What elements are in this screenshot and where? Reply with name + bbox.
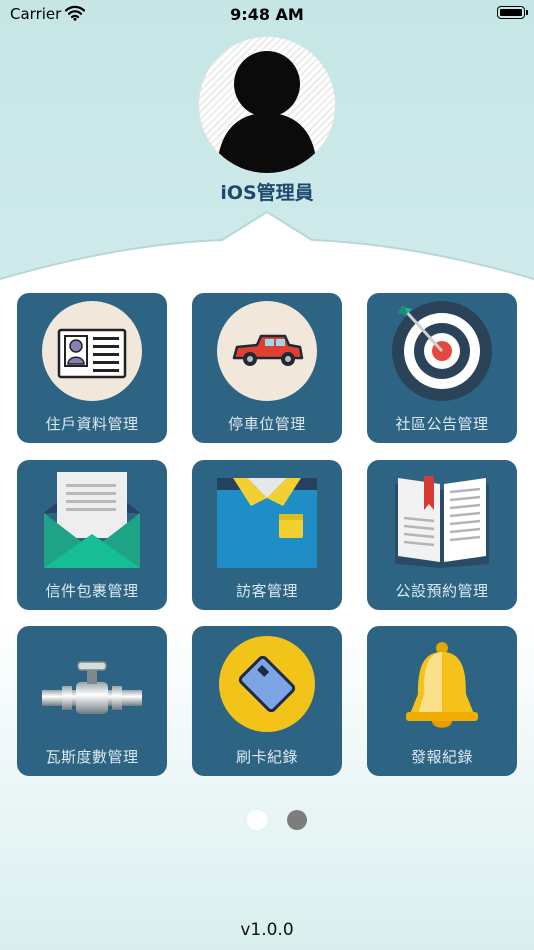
tile-label: 停車位管理	[228, 415, 306, 433]
tile-label: 訪客管理	[235, 582, 298, 600]
tile-label: 社區公告管理	[395, 415, 489, 433]
tile-label: 公設預約管理	[395, 582, 489, 600]
shirt-icon	[217, 478, 317, 568]
tile-gas-meter[interactable]: 瓦斯度數管理	[17, 626, 167, 776]
book-icon	[395, 476, 489, 568]
status-bar: Carrier 9:48 AM	[0, 0, 534, 28]
id-card-icon	[42, 301, 142, 401]
battery-icon	[497, 6, 528, 19]
tile-announcements[interactable]: 社區公告管理	[367, 293, 517, 443]
status-clock: 9:48 AM	[230, 5, 304, 24]
tile-label: 發報紀錄	[410, 748, 473, 766]
page-dot-inactive[interactable]	[287, 810, 307, 830]
tile-parking[interactable]: 停車位管理	[192, 293, 342, 443]
envelope-icon	[44, 472, 140, 568]
tile-label: 信件包裹管理	[45, 582, 139, 600]
person-silhouette-icon	[217, 51, 317, 173]
card-icon	[219, 636, 315, 732]
tile-alert-log[interactable]: 發報紀錄	[367, 626, 517, 776]
version-label: v1.0.0	[240, 920, 294, 940]
page-dot-active[interactable]	[247, 810, 267, 830]
tile-mail-packages[interactable]: 信件包裹管理	[17, 460, 167, 610]
tile-facility-booking[interactable]: 公設預約管理	[367, 460, 517, 610]
tile-label: 刷卡紀錄	[235, 748, 298, 766]
target-icon	[392, 301, 492, 401]
car-icon	[217, 301, 317, 401]
avatar[interactable]	[199, 37, 335, 173]
tile-label: 住戶資料管理	[45, 415, 139, 433]
app-screen: Carrier 9:48 AM iOS管理員 住戶資料管理 停車位管理 社區公告…	[0, 0, 534, 950]
tile-visitors[interactable]: 訪客管理	[192, 460, 342, 610]
pipe-valve-icon	[42, 661, 142, 714]
bell-icon	[406, 642, 478, 728]
tile-card-swipe-log[interactable]: 刷卡紀錄	[192, 626, 342, 776]
tile-label: 瓦斯度數管理	[45, 748, 139, 766]
tile-resident-data[interactable]: 住戶資料管理	[17, 293, 167, 443]
